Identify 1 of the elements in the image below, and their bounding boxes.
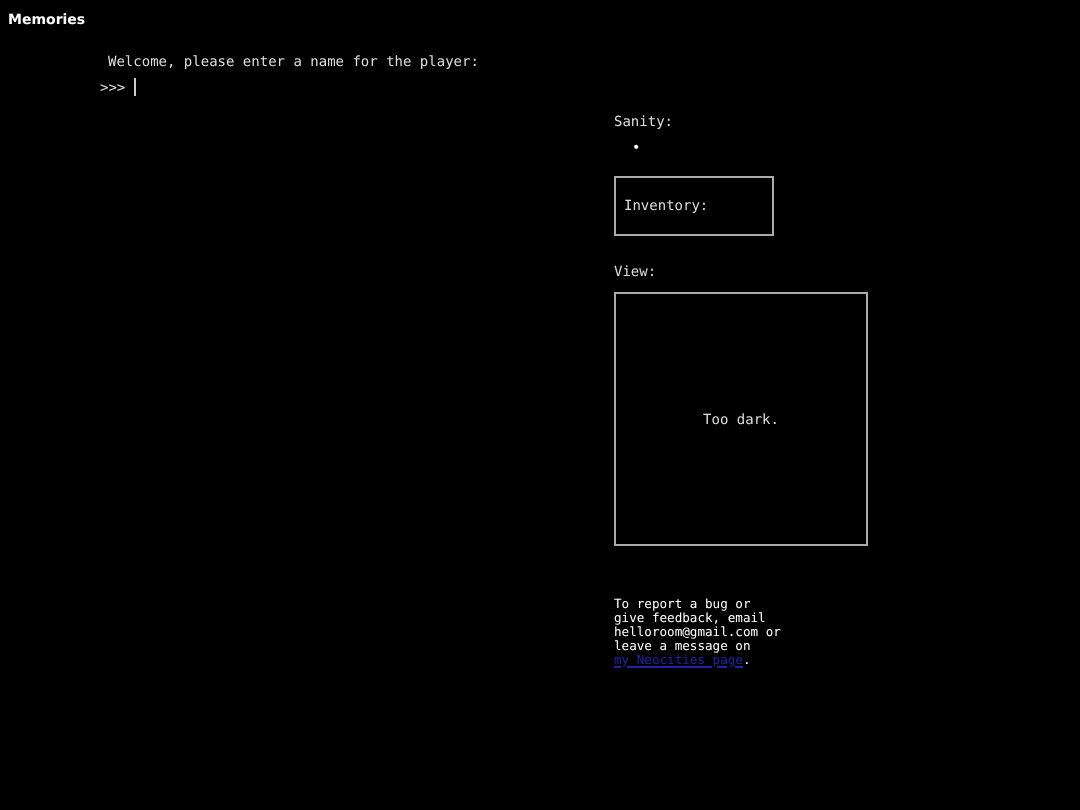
text-cursor[interactable] — [133, 78, 136, 96]
